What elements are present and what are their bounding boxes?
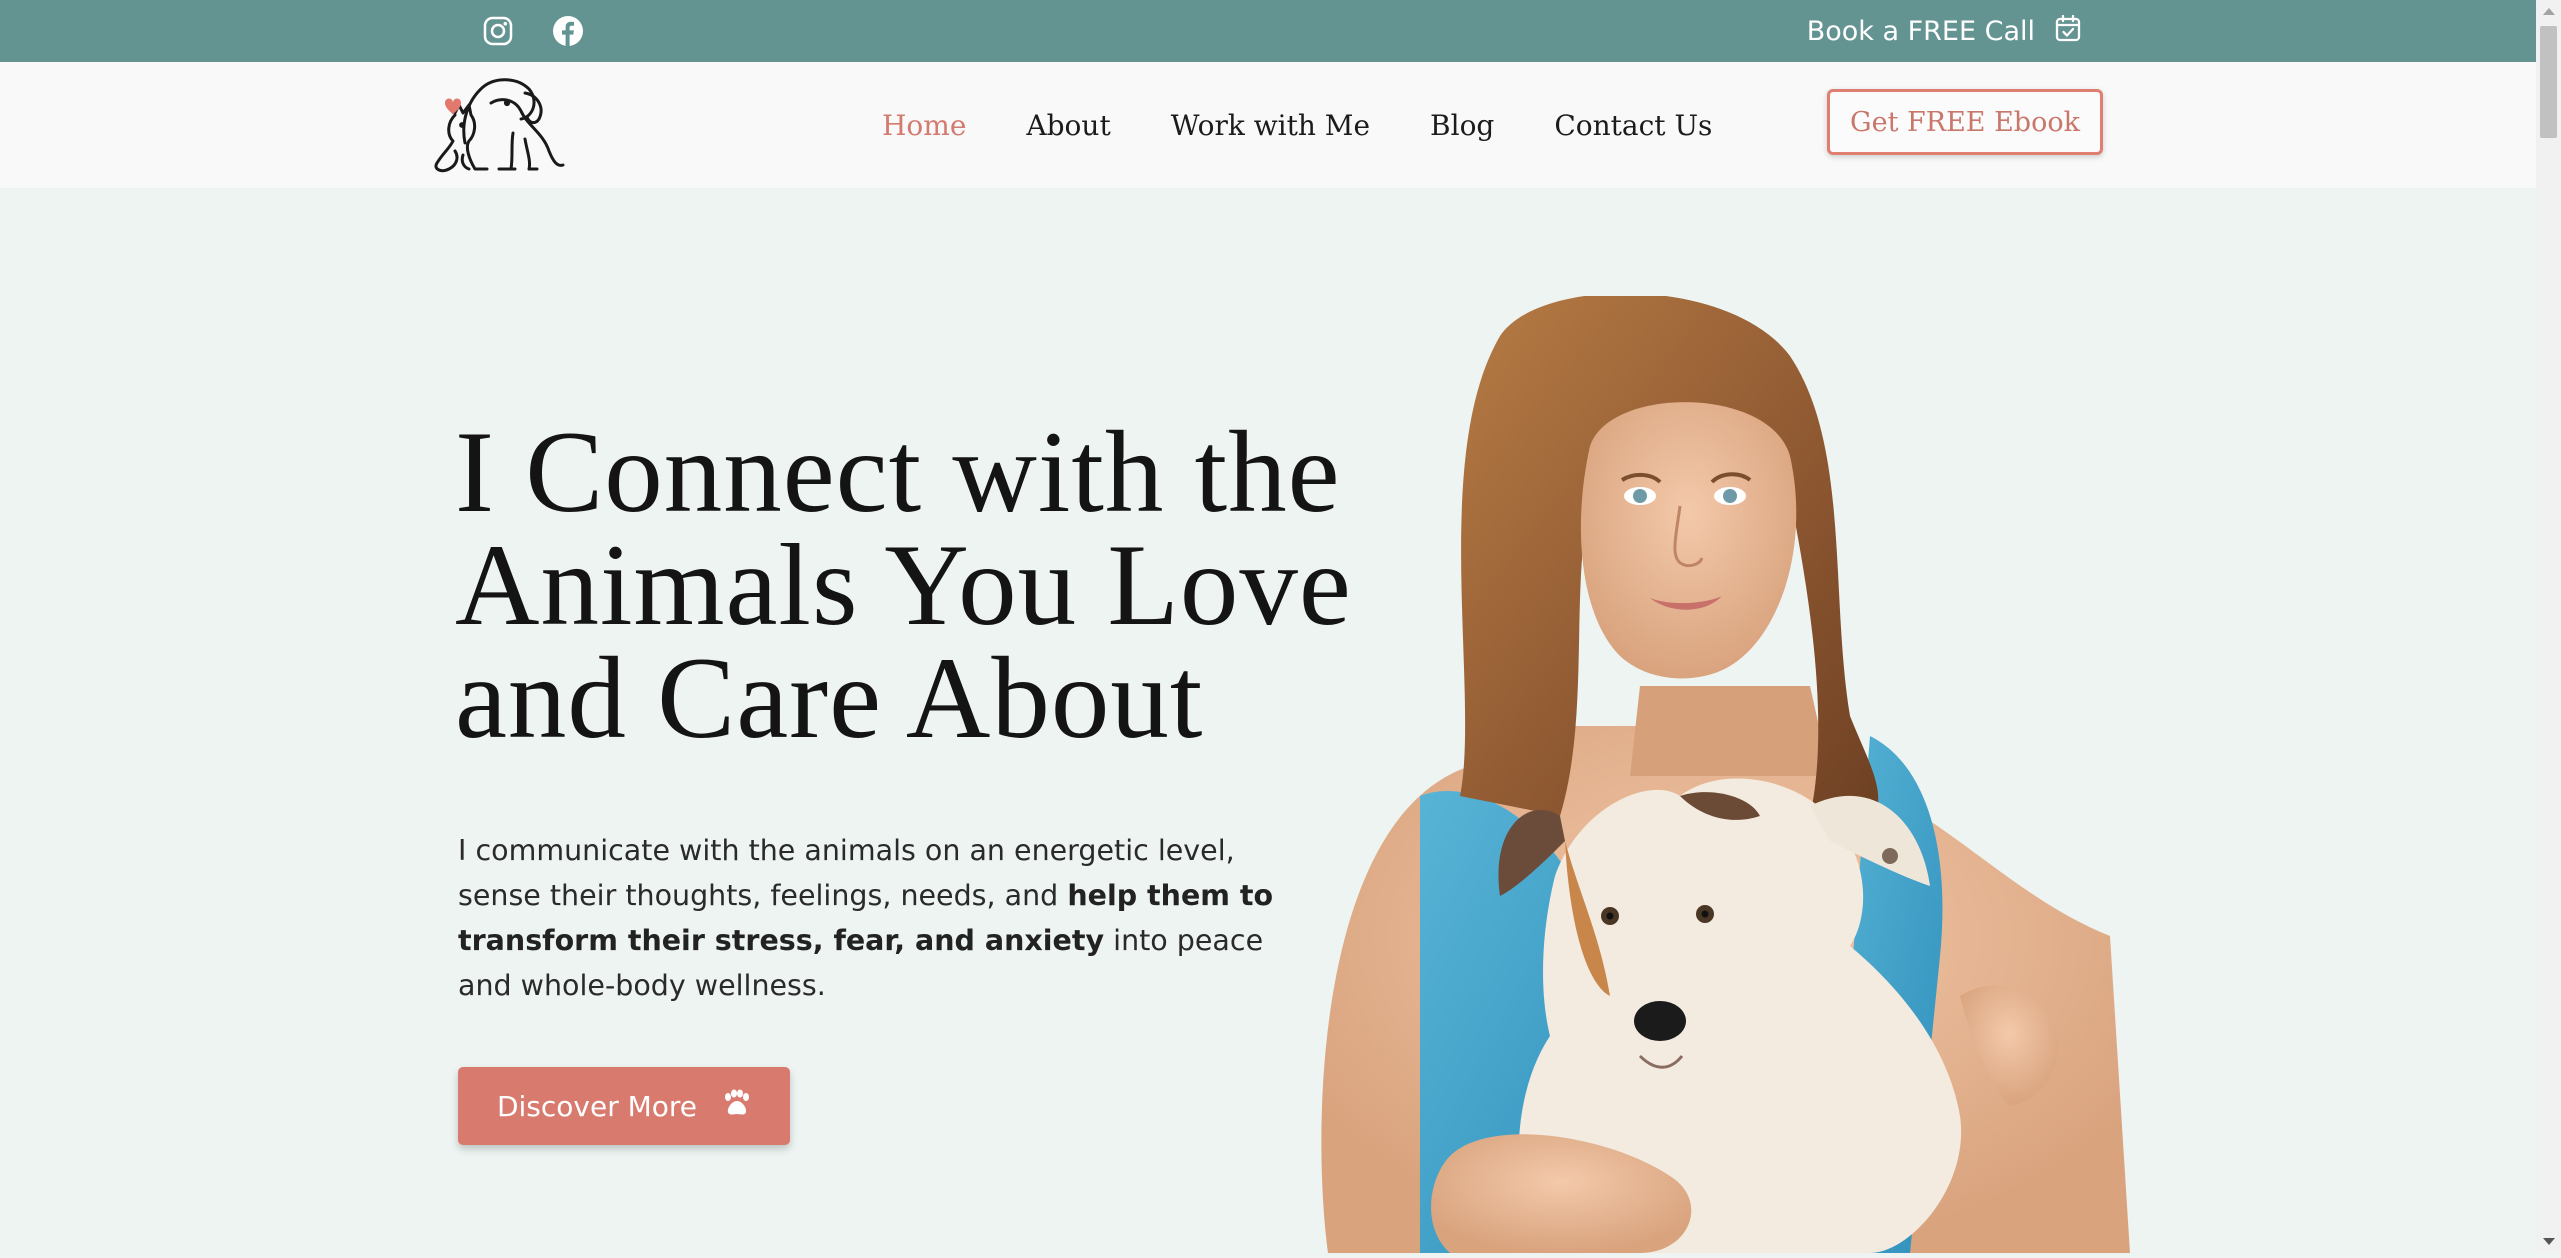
hero-description: I communicate with the animals on an ene… xyxy=(458,828,1278,1008)
calendar-check-icon xyxy=(2055,14,2081,49)
hero-photo-woman-with-dog xyxy=(1310,293,2130,1253)
nav-link-work-with-me[interactable]: Work with Me xyxy=(1171,109,1370,142)
nav-links: Home About Work with Me Blog Contact Us xyxy=(882,62,1772,188)
page-scrollbar[interactable] xyxy=(2536,0,2561,1253)
paw-icon xyxy=(721,1089,751,1124)
discover-more-label: Discover More xyxy=(496,1089,698,1123)
facebook-icon[interactable] xyxy=(551,14,585,48)
nav-link-contact-us[interactable]: Contact Us xyxy=(1554,109,1712,142)
hero-title-line-1: I Connect with the xyxy=(455,408,1341,537)
scroll-up-arrow-icon[interactable] xyxy=(2543,8,2555,15)
scroll-thumb[interactable] xyxy=(2540,26,2557,138)
top-bar: Book a FREE Call xyxy=(0,0,2536,62)
hero-title-line-2: Animals You Love xyxy=(455,521,1352,650)
scroll-down-arrow-icon[interactable] xyxy=(2543,1238,2555,1245)
instagram-icon[interactable] xyxy=(481,14,515,48)
nav-link-blog[interactable]: Blog xyxy=(1430,109,1494,142)
book-free-call-label: Book a FREE Call xyxy=(1806,15,2035,47)
hero-title-line-3: and Care About xyxy=(455,634,1204,763)
discover-more-button[interactable]: Discover More xyxy=(458,1067,790,1145)
site-logo[interactable] xyxy=(425,73,565,173)
hero-title: I Connect with the Animals You Love and … xyxy=(455,414,1415,757)
get-free-ebook-button[interactable]: Get FREE Ebook xyxy=(1827,89,2103,155)
main-navigation: Home About Work with Me Blog Contact Us … xyxy=(0,62,2536,188)
book-free-call-link[interactable]: Book a FREE Call xyxy=(1807,0,2081,62)
nav-link-about[interactable]: About xyxy=(1026,109,1110,142)
nav-link-home[interactable]: Home xyxy=(882,109,966,142)
